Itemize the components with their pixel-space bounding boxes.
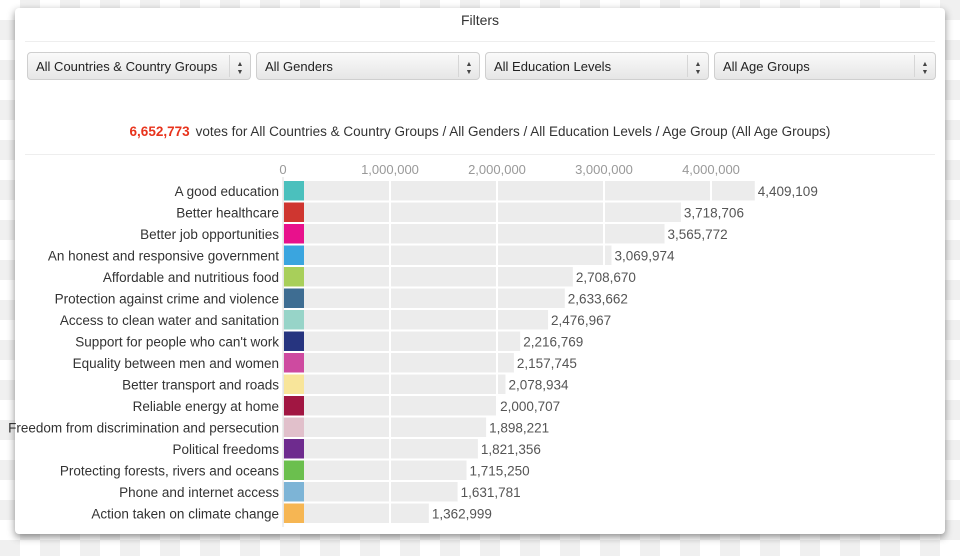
category-label: Reliable energy at home [133, 399, 279, 414]
category-swatch [284, 460, 304, 480]
category-label: Political freedoms [172, 442, 279, 457]
category-label: Better healthcare [176, 206, 279, 221]
category-swatch [284, 331, 304, 351]
value-label: 1,715,250 [470, 464, 530, 479]
bar [283, 482, 458, 502]
bar [283, 353, 514, 373]
bar [283, 331, 521, 351]
bar [283, 310, 549, 330]
category-swatch [284, 310, 304, 330]
value-label: 2,633,662 [568, 292, 628, 307]
bar [283, 202, 681, 222]
category-swatch [284, 482, 304, 502]
category-label: Affordable and nutritious food [103, 270, 279, 285]
x-tick-label: 1,000,000 [361, 162, 419, 177]
value-label: 3,565,772 [668, 227, 728, 242]
bar [283, 224, 665, 244]
value-label: 1,362,999 [432, 507, 492, 522]
category-swatch [284, 439, 304, 459]
x-tick-label: 3,000,000 [575, 162, 633, 177]
category-label: Action taken on climate change [91, 507, 279, 522]
category-label: Support for people who can't work [75, 335, 279, 350]
category-swatch [284, 224, 304, 244]
value-label: 2,078,934 [508, 378, 569, 393]
bar [283, 245, 612, 265]
category-swatch [284, 417, 304, 437]
bar [283, 417, 487, 437]
category-swatch [284, 374, 304, 394]
value-label: 3,718,706 [684, 206, 744, 221]
category-label: Better transport and roads [122, 378, 279, 393]
value-label: 2,000,707 [500, 399, 560, 414]
x-tick-label: 4,000,000 [682, 162, 740, 177]
bar-chart: 0 1,000,000 2,000,000 3,000,000 4,000,000 A g… [8, 162, 818, 527]
category-label: Access to clean water and sanitation [60, 313, 279, 328]
category-swatch [284, 503, 304, 523]
category-label: Equality between men and women [73, 356, 279, 371]
category-swatch [284, 353, 304, 373]
value-label: 2,476,967 [551, 313, 611, 328]
bar [283, 439, 478, 459]
bar [283, 288, 565, 308]
category-label: Protecting forests, rivers and oceans [60, 464, 279, 479]
category-label: Better job opportunities [140, 227, 279, 242]
value-label: 4,409,109 [758, 184, 818, 199]
category-swatch [284, 245, 304, 265]
x-tick-label: 2,000,000 [468, 162, 526, 177]
category-swatch [284, 396, 304, 416]
bar [283, 267, 573, 287]
value-label: 1,631,781 [461, 485, 521, 500]
category-label: Freedom from discrimination and persecut… [8, 421, 279, 436]
value-label: 1,821,356 [481, 442, 541, 457]
value-label: 2,157,745 [517, 356, 577, 371]
bar [283, 181, 755, 201]
category-label: An honest and responsive government [48, 249, 279, 264]
category-label: Phone and internet access [119, 485, 279, 500]
category-swatch [284, 288, 304, 308]
category-label: Protection against crime and violence [55, 292, 279, 307]
category-swatch [284, 202, 304, 222]
x-tick-label: 0 [279, 162, 286, 177]
bar [283, 460, 467, 480]
category-swatch [284, 267, 304, 287]
value-label: 1,898,221 [489, 421, 549, 436]
category-swatch [284, 181, 304, 201]
bar [283, 503, 429, 523]
bar [283, 374, 506, 394]
value-label: 2,216,769 [523, 335, 583, 350]
value-label: 3,069,974 [614, 249, 675, 264]
category-label: A good education [175, 184, 279, 199]
value-label: 2,708,670 [576, 270, 636, 285]
